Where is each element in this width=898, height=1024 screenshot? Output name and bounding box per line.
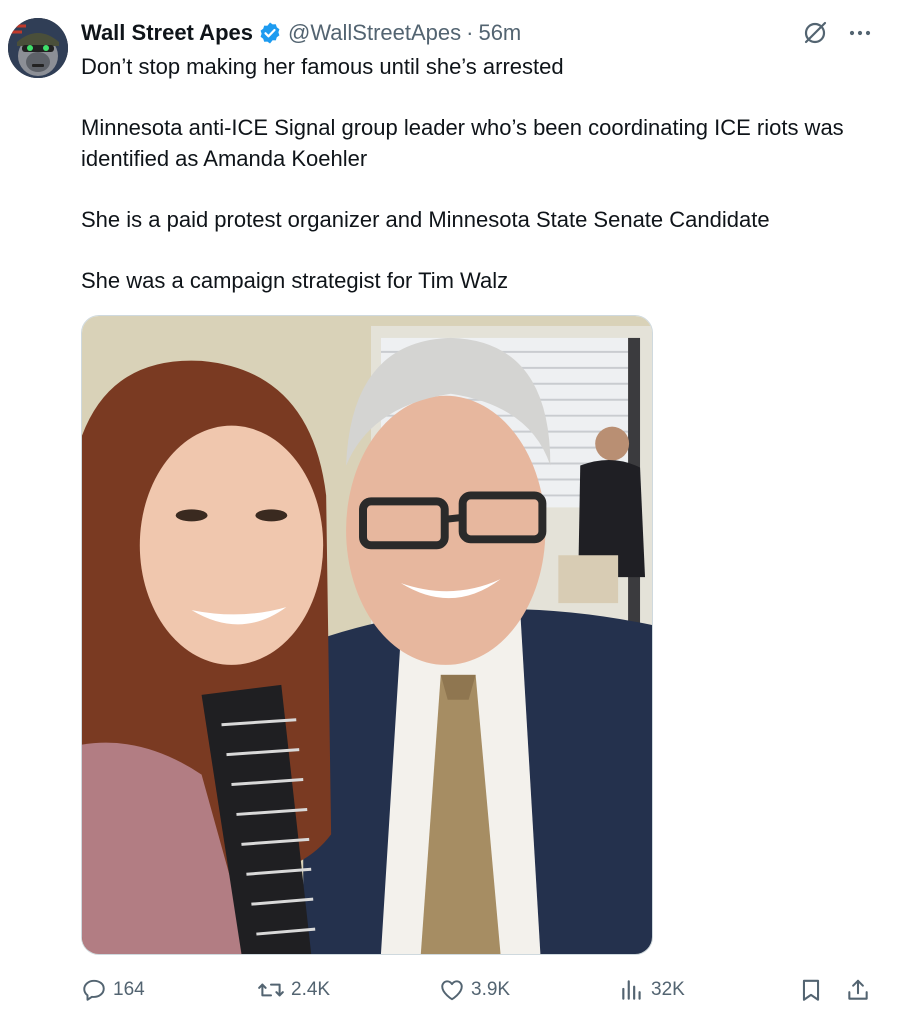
share-icon (848, 979, 868, 1000)
tweet-text-line: She is a paid protest organizer and Minn… (81, 206, 770, 232)
tweet-text-line: Don’t stop making her famous until she’s… (81, 54, 564, 79)
reply-count: 164 (113, 979, 145, 1000)
gorilla-avatar-icon (8, 18, 68, 78)
tweet-timestamp[interactable]: 56m (478, 20, 521, 46)
bookmark-button[interactable] (798, 972, 824, 1008)
verified-badge-icon (258, 21, 282, 45)
tweet-text: Don’t stop making her famous until she’s… (81, 52, 871, 327)
tweet-action-bar: 164 2.4K 3.9K 32K (81, 972, 873, 1008)
grok-icon[interactable] (802, 20, 828, 46)
repost-button[interactable]: 2.4K (257, 972, 330, 1008)
repost-icon (258, 983, 284, 997)
share-button[interactable] (845, 972, 871, 1008)
bookmark-icon (802, 979, 820, 1001)
repost-count: 2.4K (291, 979, 331, 1000)
like-count: 3.9K (471, 979, 511, 1000)
view-count: 32K (651, 979, 685, 1000)
tweet-photo[interactable] (81, 315, 653, 955)
author-handle[interactable]: @WallStreetApes (288, 20, 461, 46)
tweet-top-actions (802, 18, 872, 48)
separator-dot: · (466, 20, 474, 45)
author-display-name[interactable]: Wall Street Apes (81, 20, 253, 46)
tweet-text-line: She was a campaign strategist for Tim Wa… (81, 267, 509, 293)
avatar[interactable] (8, 18, 68, 78)
views-button[interactable]: 32K (619, 972, 685, 1008)
tweet-header: Wall Street Apes @WallStreetApes · 56m (81, 18, 521, 48)
reply-icon (83, 979, 105, 1001)
tweet-text-line: Minnesota anti-ICE Signal group leader w… (81, 115, 844, 171)
like-button[interactable]: 3.9K (439, 972, 510, 1008)
like-icon (441, 980, 463, 1001)
reply-button[interactable]: 164 (81, 972, 145, 1008)
more-icon[interactable] (848, 21, 872, 45)
views-icon (622, 980, 641, 1000)
tweet: Wall Street Apes @WallStreetApes · 56m D… (0, 0, 898, 1024)
